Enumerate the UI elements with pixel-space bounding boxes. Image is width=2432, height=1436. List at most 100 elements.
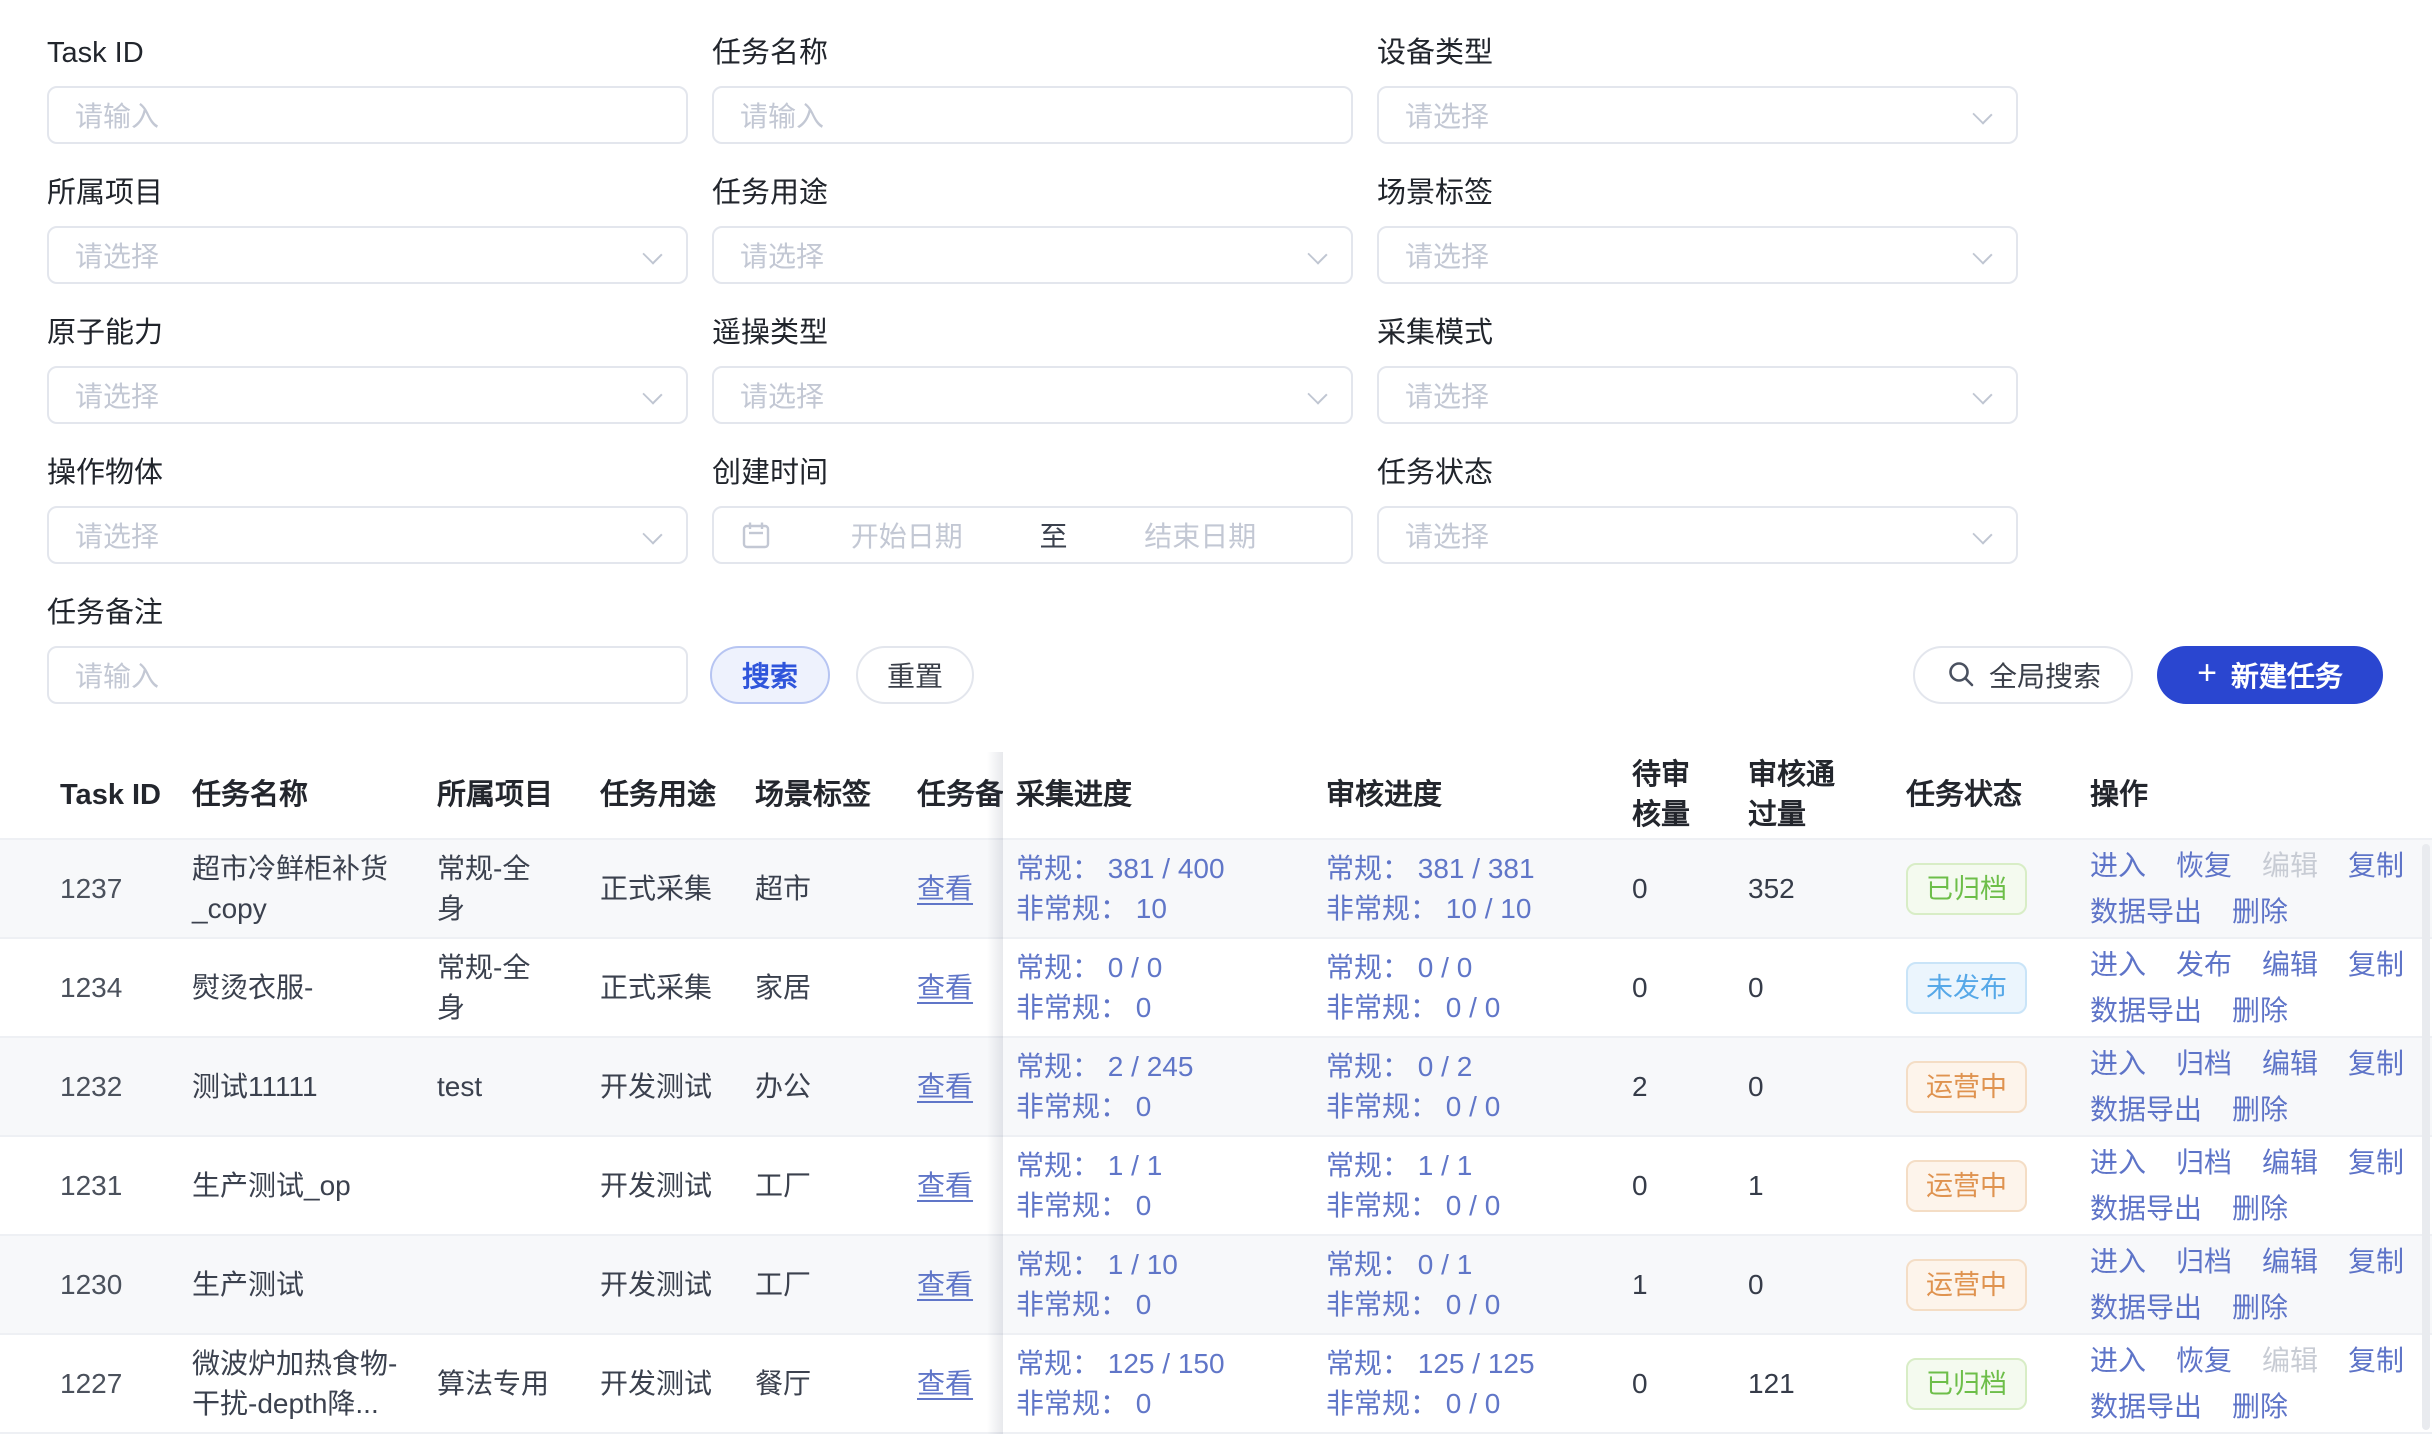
action-link[interactable]: 复制	[2348, 1044, 2404, 1084]
task-name-input[interactable]: 请输入	[712, 86, 1353, 144]
note-view-link[interactable]: 查看	[917, 1170, 973, 1201]
collect-regular: 常规： 0 / 0	[1016, 948, 1316, 988]
note-view-link[interactable]: 查看	[917, 1269, 973, 1300]
action-link[interactable]: 进入	[2090, 1044, 2146, 1084]
collect-mode-select[interactable]: 请选择	[1377, 366, 2018, 424]
atomic-ability-select[interactable]: 请选择	[47, 366, 688, 424]
action-link[interactable]: 恢复	[2176, 846, 2232, 886]
review-irregular: 非常规： 10 / 10	[1326, 889, 1622, 929]
note-view-link[interactable]: 查看	[917, 1368, 973, 1399]
action-link[interactable]: 复制	[2348, 1242, 2404, 1282]
note-view-link[interactable]: 查看	[917, 873, 973, 904]
note-input[interactable]: 请输入	[47, 646, 688, 704]
action-link[interactable]: 数据导出	[2090, 1387, 2202, 1427]
task-id-input[interactable]: 请输入	[47, 86, 688, 144]
chevron-down-icon	[1972, 524, 1992, 544]
action-link[interactable]: 归档	[2176, 1143, 2232, 1183]
search-button[interactable]: 搜索	[710, 646, 830, 704]
action-link[interactable]: 归档	[2176, 1242, 2232, 1282]
create-time-range-picker[interactable]: 开始日期 至 结束日期	[712, 506, 1353, 564]
cell-task-name: 熨烫衣服-	[192, 968, 420, 1008]
action-link[interactable]: 删除	[2232, 1387, 2288, 1427]
cell-project: 算法专用	[437, 1364, 555, 1404]
cell-operations: 进入归档编辑复制 数据导出删除	[2090, 1242, 2390, 1328]
filter-label: 任务名称	[712, 36, 1353, 70]
action-link[interactable]: 发布	[2176, 945, 2232, 985]
cell-passed-count: 352	[1748, 869, 1860, 909]
col-header-note: 任务备注	[917, 775, 1003, 815]
cell-purpose: 开发测试	[600, 1166, 740, 1206]
action-link[interactable]: 进入	[2090, 945, 2146, 985]
filter-label: 任务备注	[47, 596, 688, 630]
action-link[interactable]: 数据导出	[2090, 1090, 2202, 1130]
task-table: Task ID 任务名称 所属项目 任务用途 场景标签 任务备注 采集进度 审核…	[0, 752, 2432, 1434]
action-link[interactable]: 删除	[2232, 1288, 2288, 1328]
col-header-task-name: 任务名称	[192, 775, 420, 815]
review-regular: 常规： 1 / 1	[1326, 1146, 1622, 1186]
filter-field-atomic-ability: 原子能力 请选择	[47, 316, 688, 424]
action-link: 编辑	[2262, 846, 2318, 886]
chevron-down-icon	[642, 244, 662, 264]
action-link[interactable]: 数据导出	[2090, 892, 2202, 932]
collect-regular: 常规： 125 / 150	[1016, 1344, 1316, 1384]
action-link[interactable]: 删除	[2232, 1090, 2288, 1130]
filter-form: Task ID 请输入 任务名称 请输入 设备类型 请选择 所属项目 请选择	[0, 0, 2432, 564]
filter-field-create-time: 创建时间 开始日期 至 结束日期	[712, 456, 1353, 564]
cell-task-id: 1234	[60, 968, 180, 1008]
action-link[interactable]: 复制	[2348, 1143, 2404, 1183]
cell-scene-tag: 超市	[755, 869, 895, 909]
action-link[interactable]: 进入	[2090, 1341, 2146, 1381]
purpose-select[interactable]: 请选择	[712, 226, 1353, 284]
chevron-down-icon	[1972, 384, 1992, 404]
action-link[interactable]: 数据导出	[2090, 1189, 2202, 1229]
action-link[interactable]: 进入	[2090, 1242, 2146, 1282]
action-link[interactable]: 编辑	[2262, 1242, 2318, 1282]
action-link[interactable]: 复制	[2348, 1341, 2404, 1381]
action-link[interactable]: 编辑	[2262, 1143, 2318, 1183]
cell-scene-tag: 办公	[755, 1067, 895, 1107]
new-task-button[interactable]: + 新建任务	[2157, 646, 2383, 704]
cell-review-progress: 常规： 125 / 125 非常规： 0 / 0	[1326, 1344, 1622, 1424]
reset-button[interactable]: 重置	[856, 646, 974, 704]
cell-task-name: 超市冷鲜柜补货_copy	[192, 849, 420, 929]
chevron-down-icon	[1307, 244, 1327, 264]
cell-purpose: 正式采集	[600, 968, 740, 1008]
table-scrollbar[interactable]	[2422, 844, 2430, 1430]
global-search-button[interactable]: 全局搜索	[1913, 646, 2133, 704]
action-link[interactable]: 复制	[2348, 945, 2404, 985]
end-date-placeholder[interactable]: 结束日期	[1076, 515, 1326, 555]
cell-collect-progress: 常规： 125 / 150 非常规： 0	[1016, 1344, 1316, 1424]
teleop-type-select[interactable]: 请选择	[712, 366, 1353, 424]
filter-label: 原子能力	[47, 316, 688, 350]
action-link[interactable]: 复制	[2348, 846, 2404, 886]
collect-irregular: 非常规： 0	[1016, 988, 1316, 1028]
date-range-separator: 至	[1040, 515, 1068, 555]
cell-task-id: 1232	[60, 1067, 180, 1107]
action-link[interactable]: 归档	[2176, 1044, 2232, 1084]
action-link[interactable]: 删除	[2232, 991, 2288, 1031]
object-select[interactable]: 请选择	[47, 506, 688, 564]
status-badge: 已归档	[1906, 863, 2027, 915]
action-link[interactable]: 删除	[2232, 1189, 2288, 1229]
note-view-link[interactable]: 查看	[917, 972, 973, 1003]
action-link[interactable]: 编辑	[2262, 1044, 2318, 1084]
collect-irregular: 非常规： 10	[1016, 889, 1316, 929]
start-date-placeholder[interactable]: 开始日期	[782, 515, 1032, 555]
action-link[interactable]: 编辑	[2262, 945, 2318, 985]
cell-project: test	[437, 1067, 555, 1107]
cell-pending-count: 2	[1632, 1067, 1704, 1107]
cell-operations: 进入恢复编辑复制 数据导出删除	[2090, 1341, 2390, 1427]
action-link[interactable]: 进入	[2090, 846, 2146, 886]
col-header-collect-progress: 采集进度	[1016, 775, 1316, 815]
device-type-select[interactable]: 请选择	[1377, 86, 2018, 144]
action-link[interactable]: 删除	[2232, 892, 2288, 932]
project-select[interactable]: 请选择	[47, 226, 688, 284]
scene-tag-select[interactable]: 请选择	[1377, 226, 2018, 284]
action-link[interactable]: 进入	[2090, 1143, 2146, 1183]
action-link[interactable]: 数据导出	[2090, 1288, 2202, 1328]
action-link[interactable]: 恢复	[2176, 1341, 2232, 1381]
note-view-link[interactable]: 查看	[917, 1071, 973, 1102]
task-status-select[interactable]: 请选择	[1377, 506, 2018, 564]
action-link[interactable]: 数据导出	[2090, 991, 2202, 1031]
chevron-down-icon	[642, 524, 662, 544]
